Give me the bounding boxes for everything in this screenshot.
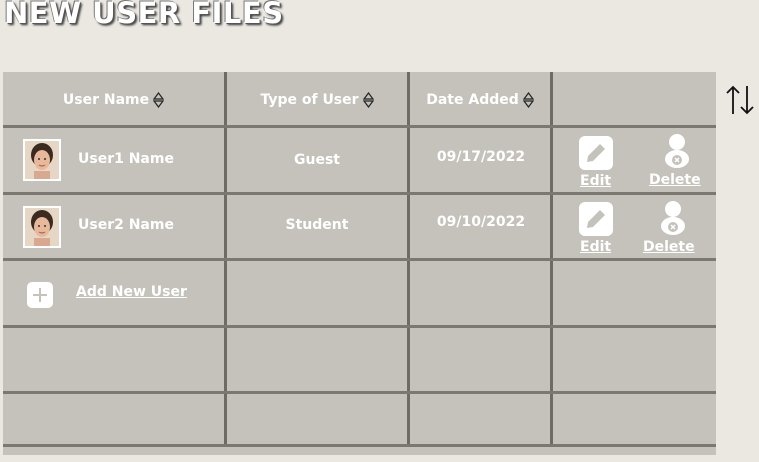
header-user-name[interactable]: User Name [3, 72, 224, 128]
delete-button[interactable]: Delete [649, 172, 701, 188]
add-new-user-link[interactable]: Add New User [76, 284, 187, 300]
user-photo-icon [25, 141, 59, 179]
date-added: 09/17/2022 [410, 128, 560, 192]
delete-button[interactable]: Delete [643, 239, 695, 255]
row-divider [3, 325, 716, 328]
edit-button[interactable]: Edit [580, 173, 611, 189]
sort-arrows-icon[interactable] [362, 91, 374, 109]
add-user-button[interactable] [27, 282, 53, 308]
user-table: User Name Type of User Date Added User1 … [3, 72, 716, 455]
user-type: Guest [294, 152, 340, 168]
header-type-of-user[interactable]: Type of User [227, 72, 407, 128]
plus-icon [33, 288, 47, 302]
pencil-icon[interactable] [578, 201, 614, 237]
date-added: 09/10/2022 [410, 195, 560, 255]
remove-user-icon[interactable] [659, 200, 687, 236]
row-divider [3, 391, 716, 394]
header-date-added-label: Date Added [426, 92, 519, 108]
header-user-name-label: User Name [62, 92, 150, 108]
header-date-added[interactable]: Date Added [410, 72, 550, 128]
row-divider [3, 258, 716, 261]
avatar [23, 139, 61, 181]
user-type: Student [285, 217, 349, 233]
date-added-value: 09/10/2022 [436, 214, 526, 230]
remove-user-icon[interactable] [663, 133, 691, 169]
page-title: NEW USER FILES [4, 0, 284, 30]
up-down-arrows-icon[interactable] [724, 84, 756, 116]
row-divider [3, 444, 716, 447]
avatar [23, 206, 61, 248]
user-name: User2 Name [78, 217, 174, 233]
sort-arrows-icon[interactable] [522, 91, 534, 109]
sort-arrows-icon[interactable] [153, 91, 165, 109]
pencil-icon[interactable] [578, 135, 614, 171]
header-type-of-user-label: Type of User [260, 92, 359, 108]
user-photo-icon [25, 208, 59, 246]
edit-button[interactable]: Edit [580, 239, 611, 255]
date-added-value: 09/17/2022 [436, 149, 526, 165]
user-name: User1 Name [78, 151, 174, 167]
